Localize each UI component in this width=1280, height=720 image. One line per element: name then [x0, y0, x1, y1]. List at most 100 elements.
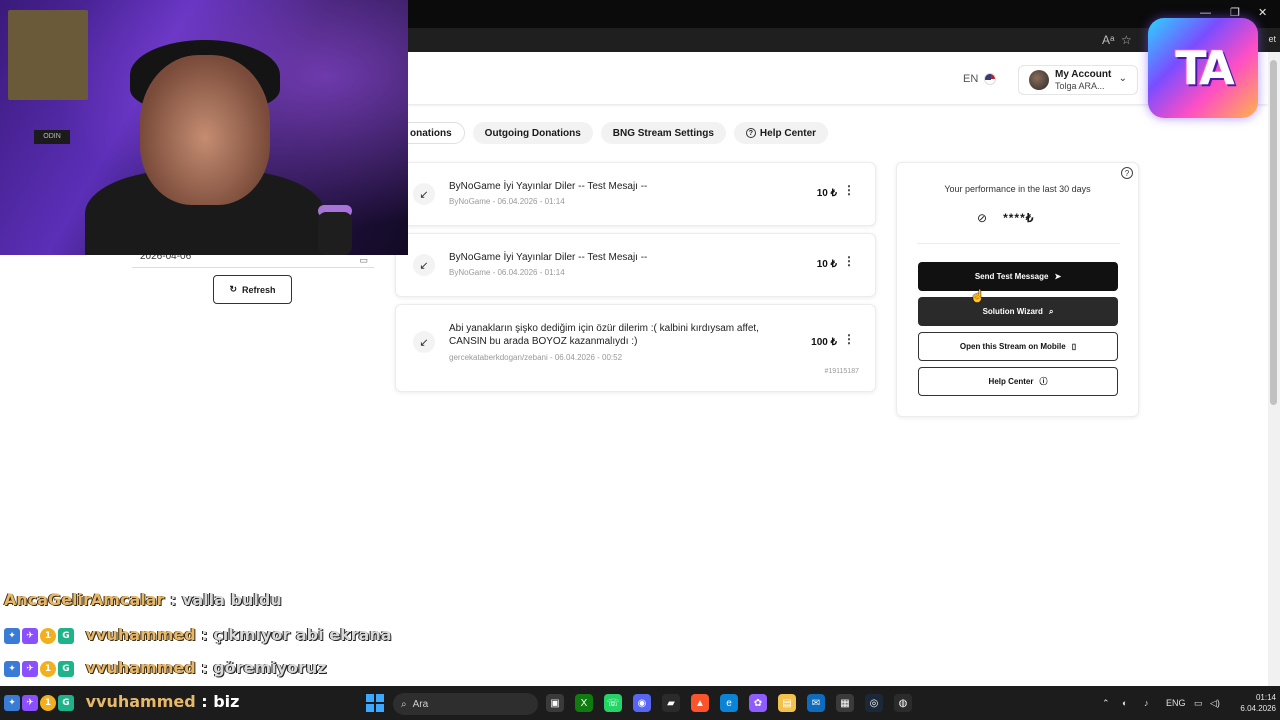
chat-username: vvuhammed — [85, 658, 196, 677]
read-aloud-icon[interactable]: Aᵃ — [1102, 33, 1114, 47]
donation-card: ↙ Abi yanakların şişko dediğim için özür… — [395, 304, 876, 392]
chat-text: biz — [213, 692, 240, 711]
badge-icon: ✦ — [4, 694, 20, 711]
donation-meta: gercekataberkdogan/zebani - 06.04.2026 -… — [449, 353, 623, 362]
taskbar-clock[interactable]: 01:14 6.04.2026 — [1232, 692, 1276, 714]
kebab-menu-icon[interactable]: ⋮ — [843, 255, 855, 267]
search-icon: ⌕ — [401, 698, 407, 710]
volume-icon[interactable]: ◁) — [1210, 698, 1220, 709]
chat-badges: ✦ ✈ 1 G — [4, 660, 74, 677]
help-circle-icon: ? — [745, 128, 756, 138]
streamer-face — [140, 55, 270, 205]
kebab-menu-icon[interactable]: ⋮ — [843, 333, 855, 345]
tab-bar: onations Outgoing Donations BNG Stream S… — [395, 122, 829, 144]
badge-icon: G — [58, 694, 74, 711]
donation-datetime: 06.04.2026 - 01:14 — [497, 268, 565, 277]
donation-sender: ByNoGame — [449, 268, 491, 277]
chat-badges: ✦ ✈ 1 G — [4, 694, 74, 711]
favorite-star-icon[interactable]: ☆ — [1121, 33, 1132, 47]
arrow-down-left-icon: ↙ — [413, 254, 435, 276]
hand-cursor-icon: ☝ — [970, 289, 985, 303]
microphone — [318, 212, 352, 255]
donation-sender: gercekataberkdogan/zebani — [449, 353, 548, 362]
brave-icon[interactable]: ▲ — [691, 694, 709, 712]
stream-logo: TA — [1148, 18, 1258, 118]
help-circle-icon: ⓘ — [1039, 377, 1048, 386]
solution-wizard-button[interactable]: Solution Wizard ⌕ — [918, 297, 1118, 326]
divider — [917, 243, 1120, 244]
donation-meta: ByNoGame - 06.04.2026 - 01:14 — [449, 268, 565, 277]
donation-amount: 10 ₺ — [816, 259, 837, 270]
donation-card: ↙ ByNoGame İyi Yayınlar Diler -- Test Me… — [395, 162, 876, 226]
clock-time: 01:14 — [1255, 693, 1276, 702]
chat-message: ✦ ✈ 1 G vvuhammed : göremiyoruz — [4, 658, 327, 677]
chat-username: vvuhammed — [85, 692, 196, 711]
chevron-up-icon[interactable]: ⌃ — [1102, 698, 1110, 709]
tab-bng-stream-settings[interactable]: BNG Stream Settings — [600, 122, 726, 144]
tab-label: Outgoing Donations — [484, 127, 581, 139]
file-explorer-icon[interactable]: ▤ — [778, 694, 796, 712]
help-circle-icon[interactable]: ? — [1121, 167, 1133, 179]
chat-text: göremiyoruz — [213, 658, 327, 677]
donation-datetime: 06.04.2026 - 00:52 — [554, 353, 623, 362]
wall-sign: ODIN — [34, 130, 70, 144]
chat-message: ✦ ✈ 1 G vvuhammed : biz — [4, 692, 239, 711]
steam-icon[interactable]: ◎ — [865, 694, 883, 712]
tab-outgoing-donations[interactable]: Outgoing Donations — [472, 122, 593, 144]
chat-text: valla buldu — [181, 590, 282, 609]
tray-app-icon[interactable]: ◐ — [1122, 698, 1127, 708]
chat-username: AncaGelirAmcalar — [4, 590, 165, 609]
badge-icon: ✦ — [4, 660, 20, 677]
edge-icon[interactable]: e — [720, 694, 738, 712]
copilot-icon[interactable]: ✿ — [749, 694, 767, 712]
xbox-icon[interactable]: X — [575, 694, 593, 712]
help-center-label: Help Center — [988, 377, 1034, 386]
obs-icon[interactable]: ◍ — [894, 694, 912, 712]
donation-list: ↙ ByNoGame İyi Yayınlar Diler -- Test Me… — [395, 162, 876, 399]
whatsapp-icon[interactable]: ☏ — [604, 694, 622, 712]
refresh-label: Refresh — [242, 284, 276, 295]
performance-value-row: ⊘ ****₺ — [977, 211, 1034, 225]
windows-start-icon[interactable] — [366, 694, 384, 712]
scrollbar-thumb[interactable] — [1270, 60, 1277, 405]
badge-icon: G — [58, 627, 74, 644]
open-on-mobile-button[interactable]: Open this Stream on Mobile ▯ — [918, 332, 1118, 361]
language-selector[interactable]: EN — [963, 73, 997, 85]
open-mobile-label: Open this Stream on Mobile — [959, 342, 1066, 351]
us-flag-icon — [984, 73, 997, 85]
logo-text: TA — [1175, 41, 1234, 95]
tab-help-center[interactable]: ? Help Center — [733, 122, 829, 144]
badge-icon: 1 — [40, 694, 56, 711]
taskbar-search[interactable]: ⌕ Ara — [393, 693, 538, 715]
donation-datetime: 06.04.2026 - 01:14 — [497, 197, 565, 206]
close-window-button[interactable]: ✕ — [1258, 6, 1267, 20]
donation-card: ↙ ByNoGame İyi Yayınlar Diler -- Test Me… — [395, 233, 876, 297]
task-view-icon[interactable]: ▣ — [546, 694, 564, 712]
kebab-menu-icon[interactable]: ⋮ — [843, 184, 855, 196]
badge-icon: 1 — [40, 627, 56, 644]
badge-icon: ✈ — [22, 660, 38, 677]
donation-message: ByNoGame İyi Yayınlar Diler -- Test Mesa… — [449, 181, 648, 192]
donation-sender: ByNoGame — [449, 197, 491, 206]
clock-date: 6.04.2026 — [1240, 704, 1276, 713]
keyboard-language[interactable]: ENG — [1166, 698, 1186, 708]
send-test-message-button[interactable]: Send Test Message ➤ — [918, 262, 1118, 291]
performance-panel: ? Your performance in the last 30 days ⊘… — [896, 162, 1139, 417]
help-center-button[interactable]: Help Center ⓘ — [918, 367, 1118, 396]
search-placeholder: Ara — [412, 698, 429, 710]
microphone-icon[interactable]: ♪ — [1144, 698, 1149, 708]
donation-id: #19115187 — [824, 368, 859, 375]
app-icon[interactable]: ▰ — [662, 694, 680, 712]
chat-text: çıkmıyor abi ekrana — [213, 625, 392, 644]
outlook-icon[interactable]: ✉ — [807, 694, 825, 712]
account-menu[interactable]: My Account Tolga ARA... ⌄ — [1018, 65, 1138, 95]
discord-icon[interactable]: ◉ — [633, 694, 651, 712]
eye-off-icon[interactable]: ⊘ — [977, 211, 987, 225]
refresh-button[interactable]: ↻ Refresh — [213, 275, 292, 304]
store-icon[interactable]: ▦ — [836, 694, 854, 712]
chat-message: AncaGelirAmcalar : valla buldu — [4, 590, 282, 609]
network-icon[interactable]: ▭ — [1194, 698, 1203, 709]
tab-label: Help Center — [759, 127, 817, 139]
performance-title: Your performance in the last 30 days — [944, 184, 1091, 194]
webcam-overlay: ODIN — [0, 0, 408, 255]
